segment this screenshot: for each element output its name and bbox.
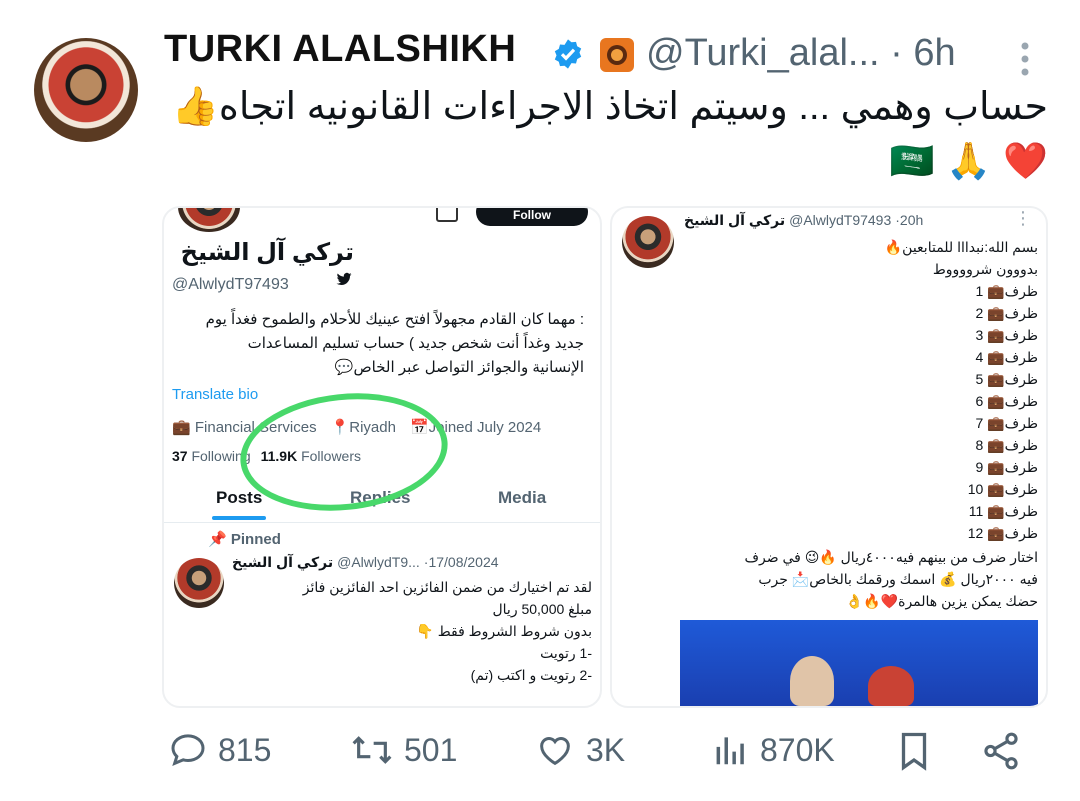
following-count-link[interactable]: 37 Following bbox=[172, 448, 251, 464]
pinned-post-text: لقد تم اختيارك من ضمن الفائزين احد الفائ… bbox=[224, 576, 592, 686]
envelope-item: ظرف💼 9 bbox=[975, 459, 1039, 475]
tweet-emoji-line: 🇸🇦 🙏 ❤️ bbox=[890, 140, 1048, 182]
pinned-post-date: ·17/08/2024 bbox=[423, 554, 499, 570]
envelope-item: ظرف💼 8 bbox=[975, 437, 1039, 453]
post-line: لقد تم اختيارك من ضمن الفائزين احد الفائ… bbox=[302, 579, 592, 595]
pinned-post-handle[interactable]: @AlwlydT9... bbox=[337, 554, 420, 571]
bio-line: الإنسانية والجوائز التواصل عبر الخاص💬 bbox=[334, 359, 584, 376]
giveaway-time: ·20h bbox=[895, 212, 924, 228]
post-line: مبلغ 50,000 ريال bbox=[492, 601, 592, 617]
reply-action[interactable]: 815 bbox=[168, 730, 271, 770]
footer-line: فيه ٢٠٠٠ريال 💰 اسمك ورقمك بالخاص📩 جرب bbox=[758, 571, 1038, 587]
following-count: 37 bbox=[172, 448, 188, 464]
pray-emoji: 🙏 bbox=[946, 140, 992, 181]
like-count: 3K bbox=[586, 731, 626, 768]
retweet-count: 501 bbox=[404, 731, 458, 768]
bio-line: جديد وغداً أنت شخص جديد ) حساب تسليم الم… bbox=[247, 335, 584, 352]
tweet-text: حساب وهمي ... وسيتم اتخاذ الاجراءات القا… bbox=[171, 86, 1048, 128]
envelope-item: ظرف💼 7 bbox=[975, 415, 1039, 431]
tab-media[interactable]: Media bbox=[498, 488, 546, 508]
giveaway-photo bbox=[680, 620, 1038, 706]
author-handle-time[interactable]: @Turki_alal... · 6h bbox=[646, 32, 956, 75]
envelope-item: ظرف💼 11 bbox=[968, 503, 1038, 519]
bookmark-action[interactable] bbox=[896, 730, 932, 772]
envelope-item: ظرف💼 1 bbox=[975, 283, 1039, 299]
photo-person-1 bbox=[790, 656, 834, 706]
views-count: 870K bbox=[760, 731, 835, 768]
more-options-icon[interactable] bbox=[1018, 40, 1032, 80]
envelope-item: ظرف💼 12 bbox=[967, 525, 1038, 541]
footer-line: حضك يمكن يزين هالمرة❤️🔥👌 bbox=[845, 593, 1038, 609]
envelope-item: ظرف💼 4 bbox=[975, 349, 1039, 365]
saudi-flag-emoji: 🇸🇦 bbox=[889, 140, 935, 181]
footer-line: اختار ضرف من بينهم فيه٤٠٠٠ريال 🔥😉 في ضرف bbox=[744, 549, 1038, 565]
giveaway-line: بسم الله:نبدااا للمتابعين🔥 bbox=[884, 239, 1038, 255]
like-action[interactable]: 3K bbox=[534, 730, 625, 770]
translate-bio-link[interactable]: Translate bio bbox=[172, 386, 258, 403]
views-chart-icon bbox=[716, 737, 744, 765]
envelope-item: ظرف💼 10 bbox=[967, 481, 1038, 497]
tab-posts[interactable]: Posts bbox=[216, 488, 262, 508]
profile-handle: @AlwlydT97493 bbox=[172, 276, 289, 293]
pinned-post-name[interactable]: تركي آل الشيخ bbox=[232, 554, 333, 571]
envelope-item: ظرف💼 5 bbox=[975, 371, 1039, 387]
views-action[interactable]: 870K bbox=[712, 730, 835, 770]
active-tab-indicator bbox=[212, 516, 266, 520]
giveaway-footer-text: اختار ضرف من بينهم فيه٤٠٠٠ريال 🔥😉 في ضرف… bbox=[620, 546, 1038, 612]
share-icon bbox=[984, 732, 1018, 770]
giveaway-post-header: تركي آل الشيخ @AlwlydT97493 ·20h bbox=[684, 212, 923, 229]
giveaway-line: بدووون شرووووط bbox=[932, 261, 1038, 277]
profile-avatar bbox=[178, 208, 240, 232]
giveaway-more-icon: ⋮ bbox=[1014, 208, 1032, 228]
verified-badge-icon bbox=[554, 39, 582, 69]
post-line: -2 رتويت و اكتب (تم) bbox=[470, 667, 592, 683]
author-avatar[interactable] bbox=[34, 38, 138, 142]
reply-icon bbox=[171, 734, 205, 766]
giveaway-handle: @AlwlydT97493 bbox=[789, 212, 892, 228]
pin-icon: 📌 bbox=[208, 531, 227, 548]
profile-bio: : مهما كان القادم مجهولاً افتح عينيك للأ… bbox=[172, 308, 584, 380]
affiliate-badge-icon bbox=[600, 38, 634, 72]
giveaway-post-screenshot-card[interactable]: تركي آل الشيخ @AlwlydT97493 ·20h ⋮ بسم ا… bbox=[610, 206, 1048, 708]
follow-button[interactable]: Follow bbox=[476, 208, 588, 226]
message-icon[interactable] bbox=[436, 208, 458, 222]
envelope-item: ظرف💼 2 bbox=[975, 305, 1039, 321]
twitter-bird-icon bbox=[336, 272, 352, 285]
envelope-list: ظرف💼 1 ظرف💼 2 ظرف💼 3 ظرف💼 4 ظرف💼 5 ظرف💼 … bbox=[858, 280, 1038, 544]
post-line: بدون شروط الشروط فقط 👇 bbox=[416, 623, 592, 639]
pinned-post-header: تركي آل الشيخ @AlwlydT9... ·17/08/2024 bbox=[232, 554, 499, 571]
giveaway-text: بسم الله:نبدااا للمتابعين🔥 بدووون شروووو… bbox=[620, 236, 1038, 280]
tabs-divider bbox=[164, 522, 600, 523]
photo-person-2 bbox=[868, 666, 914, 706]
pinned-label: Pinned bbox=[230, 531, 281, 548]
pinned-post-avatar[interactable] bbox=[174, 558, 224, 608]
share-action[interactable] bbox=[980, 730, 1022, 772]
briefcase-icon: 💼 bbox=[172, 419, 191, 436]
post-line: -1 رتويت bbox=[540, 645, 592, 661]
giveaway-name: تركي آل الشيخ bbox=[684, 212, 786, 228]
envelope-item: ظرف💼 6 bbox=[975, 393, 1039, 409]
author-display-name[interactable]: TURKI ALALSHIKH bbox=[164, 28, 516, 71]
retweet-icon bbox=[352, 736, 392, 764]
profile-name: تركي آل الشيخ bbox=[180, 239, 354, 266]
envelope-item: ظرف💼 3 bbox=[975, 327, 1039, 343]
retweet-action[interactable]: 501 bbox=[350, 730, 457, 770]
bookmark-icon bbox=[901, 732, 927, 771]
bio-line: : مهما كان القادم مجهولاً افتح عينيك للأ… bbox=[205, 311, 584, 328]
pinned-row: 📌 Pinned bbox=[208, 530, 281, 548]
reply-count: 815 bbox=[218, 731, 272, 768]
heart-emoji: ❤️ bbox=[1003, 140, 1048, 181]
post-time: · 6h bbox=[890, 32, 956, 74]
heart-outline-icon bbox=[540, 737, 570, 766]
author-handle[interactable]: @Turki_alal... bbox=[646, 32, 880, 74]
